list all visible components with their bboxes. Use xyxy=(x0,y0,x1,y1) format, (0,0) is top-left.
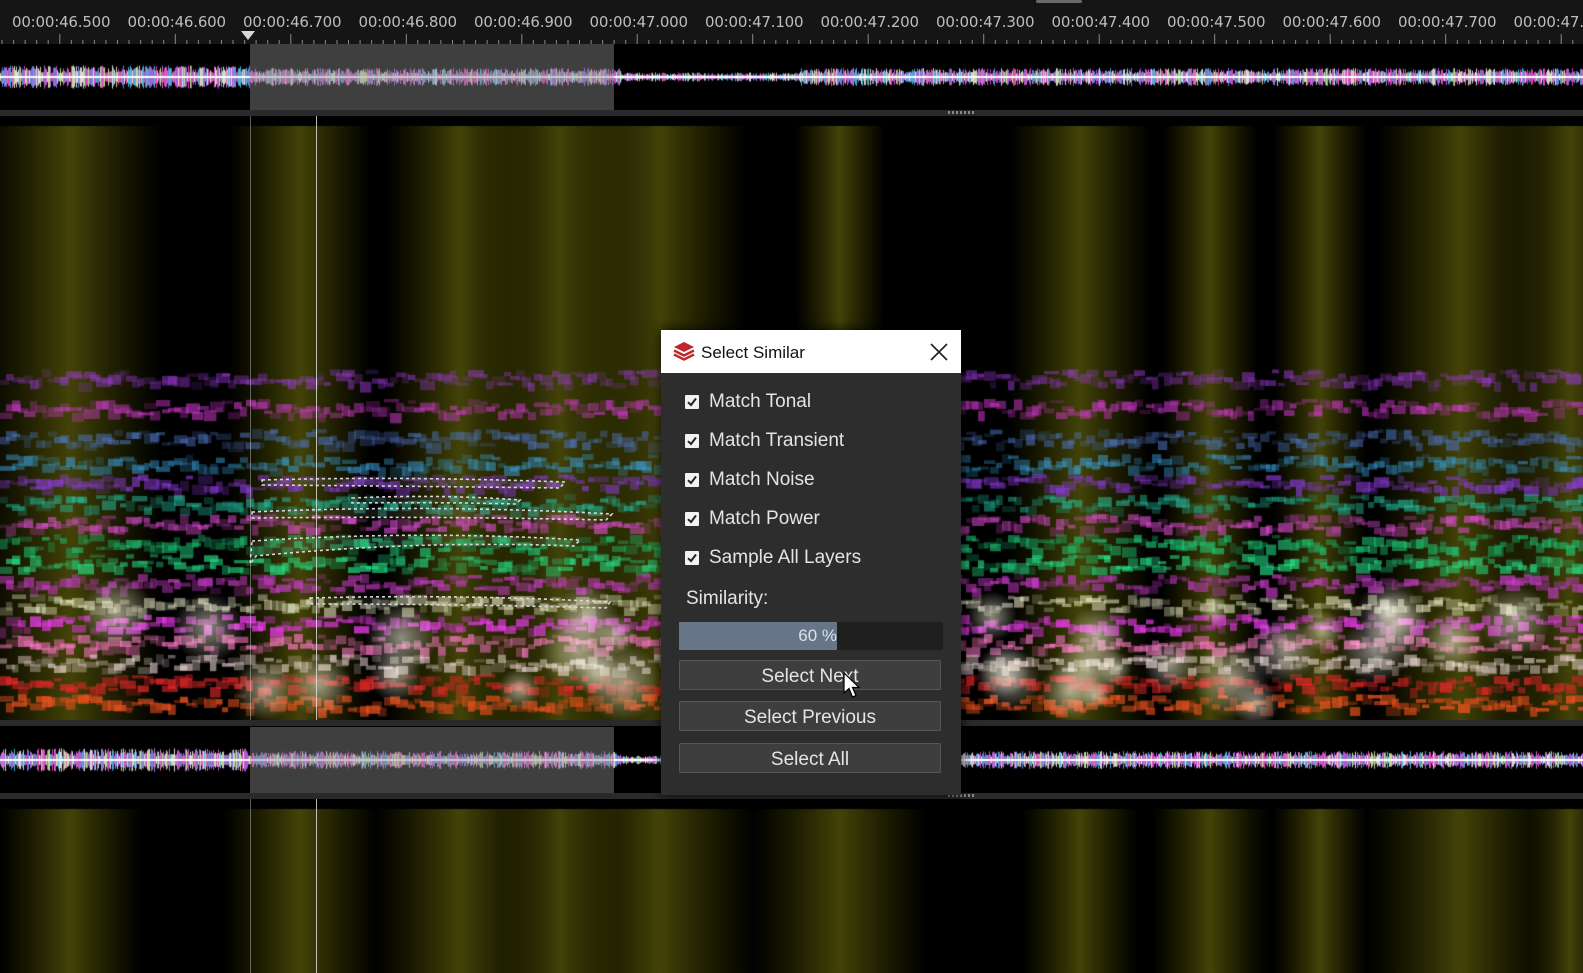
match-tonal-checkbox[interactable]: Match Tonal xyxy=(685,387,811,417)
ruler-tick-label: 00:00:46.700 xyxy=(243,13,342,31)
playhead-marker[interactable] xyxy=(241,31,255,40)
timeline-ruler[interactable]: 00:00:46.500 00:00:46.600 00:00:46.700 00:0… xyxy=(0,0,1583,44)
checkbox-label: Match Tonal xyxy=(709,391,812,412)
ruler-tick-label: 00:00:46.500 xyxy=(12,13,111,31)
selection-start-line xyxy=(250,799,251,973)
checkbox-label: Match Power xyxy=(709,508,820,529)
ruler-tick-label: 00:00:47.500 xyxy=(1167,13,1266,31)
similarity-value: 60 % xyxy=(798,626,837,645)
ruler-tick-label: 00:00:47.300 xyxy=(936,13,1035,31)
match-transient-checkbox[interactable]: Match Transient xyxy=(685,426,844,456)
checkbox-checked-icon xyxy=(685,551,699,565)
selection-start-line xyxy=(250,116,251,720)
playback-cursor-line[interactable] xyxy=(316,116,317,720)
close-icon xyxy=(930,343,948,361)
checkbox-label: Sample All Layers xyxy=(709,547,862,568)
ruler-tick-label: 00:00:47.400 xyxy=(1051,13,1151,31)
time-selection-region[interactable] xyxy=(250,727,614,793)
waveform-canvas xyxy=(0,44,1583,110)
match-noise-checkbox[interactable]: Match Noise xyxy=(685,465,815,495)
ruler-tick-label: 00:00:47.000 xyxy=(589,13,689,31)
checkbox-label: Match Noise xyxy=(709,469,815,490)
ruler-tick-label: 00:00:46.600 xyxy=(127,13,227,31)
time-selection-region[interactable] xyxy=(250,44,614,110)
ruler-tick-label: 00:00:46.800 xyxy=(358,13,458,31)
spectrogram-canvas xyxy=(0,799,1583,973)
sample-all-layers-checkbox[interactable]: Sample All Layers xyxy=(685,543,861,573)
similarity-label: Similarity: xyxy=(686,588,769,609)
ruler-tick-label: 00:00:47.700 xyxy=(1398,13,1497,31)
checkbox-checked-icon xyxy=(685,473,699,487)
checkbox-checked-icon xyxy=(685,434,699,448)
ruler-tick-label: 00:00:47.200 xyxy=(820,13,920,31)
checkbox-checked-icon xyxy=(685,512,699,526)
playback-cursor-line[interactable] xyxy=(316,799,317,973)
select-similar-dialog: Select Similar Match Tonal Match Transie… xyxy=(661,330,961,795)
horizontal-scroll-thumb[interactable] xyxy=(1036,0,1082,3)
match-power-checkbox[interactable]: Match Power xyxy=(685,504,820,534)
checkbox-label: Match Transient xyxy=(709,430,845,451)
close-button[interactable] xyxy=(923,336,955,368)
waveform-overview-top[interactable] xyxy=(0,44,1583,110)
similarity-slider[interactable]: 60 % xyxy=(679,622,943,650)
checkbox-checked-icon xyxy=(685,395,699,409)
select-previous-button[interactable]: Select Previous xyxy=(679,701,941,731)
select-next-button[interactable]: Select Next xyxy=(679,660,941,690)
mouse-pointer-icon xyxy=(843,672,861,698)
layers-icon xyxy=(673,342,695,361)
ruler-tick-label: 00:00:47.8 xyxy=(1513,13,1583,31)
spectrogram-view-bottom[interactable] xyxy=(0,799,1583,973)
dialog-title: Select Similar xyxy=(701,343,805,362)
resize-grip-icon[interactable] xyxy=(948,111,974,114)
ruler-tick-label: 00:00:46.900 xyxy=(474,13,573,31)
dialog-titlebar[interactable]: Select Similar xyxy=(661,330,961,373)
select-all-button[interactable]: Select All xyxy=(679,743,941,773)
ruler-tick-label: 00:00:47.600 xyxy=(1282,13,1382,31)
ruler-tick-label: 00:00:47.100 xyxy=(705,13,804,31)
